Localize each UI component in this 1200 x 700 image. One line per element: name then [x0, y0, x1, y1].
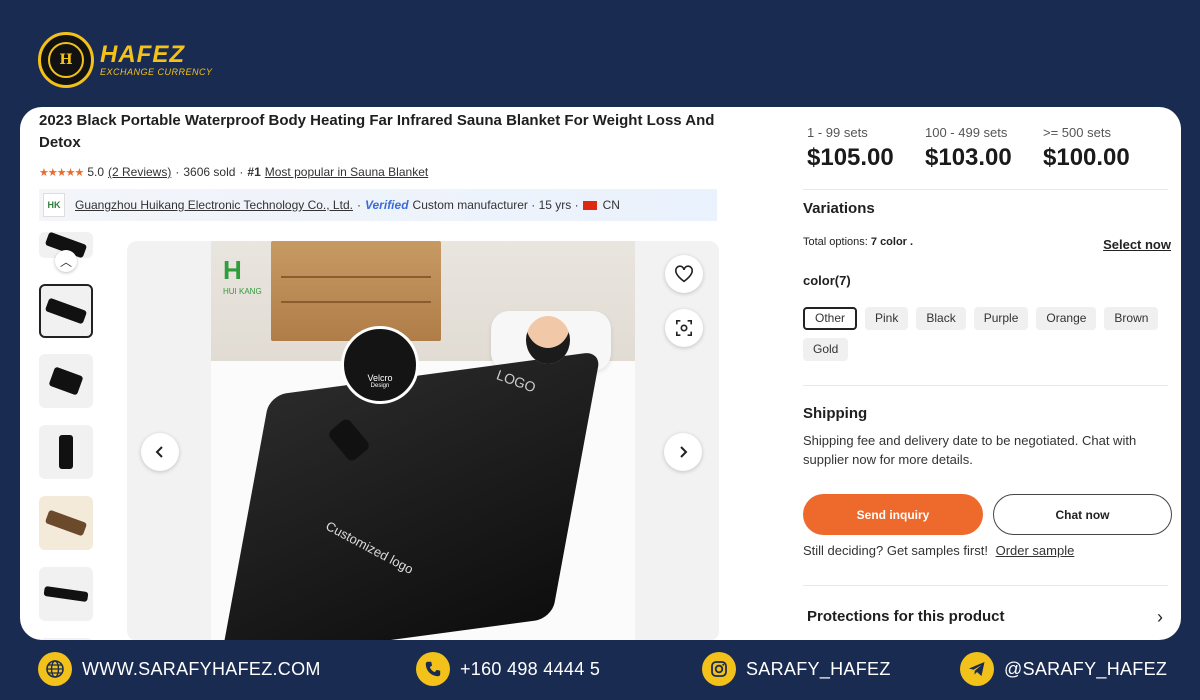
supplier-meta: Custom manufacturer · 15 yrs ·	[412, 198, 579, 212]
huikang-logo: H	[223, 255, 242, 285]
total-options: Total options: 7 color .	[803, 236, 914, 248]
variations-title: Variations	[803, 200, 875, 217]
shipping-text: Shipping fee and delivery date to be neg…	[803, 433, 1137, 467]
color-option-brown[interactable]: Brown	[1104, 307, 1159, 330]
telegram-icon	[960, 652, 994, 686]
supplier-country: CN	[602, 198, 620, 212]
cn-flag-icon	[582, 200, 597, 210]
thumbnail[interactable]	[39, 567, 93, 621]
thumbnail-strip: ︿	[39, 232, 95, 640]
divider	[803, 385, 1168, 386]
rating-value: 5.0	[87, 165, 104, 179]
color-option-gold[interactable]: Gold	[803, 338, 849, 361]
thumbnail[interactable]	[39, 496, 93, 550]
main-product-image: H HUI KANG Velcro Design LOGO Customized…	[127, 241, 719, 640]
person-head-image	[526, 316, 570, 364]
supplier-logo-icon: HK	[43, 193, 65, 217]
product-right-column: 1 - 99 sets $105.00 100 - 499 sets $103.…	[803, 107, 1181, 640]
thumbnail[interactable]	[39, 425, 93, 479]
brand-logo: H HAFEZ EXCHANGE CURRENCY	[38, 32, 213, 88]
velcro-callout: Velcro Design	[341, 326, 419, 404]
brand-name: HAFEZ	[100, 41, 185, 68]
color-options: Other Pink Black Purple Orange Brown Gol…	[803, 307, 1173, 361]
chevron-right-icon[interactable]	[664, 433, 702, 471]
reviews-link[interactable]: (2 Reviews)	[108, 165, 171, 179]
product-card: 2023 Black Portable Waterproof Body Heat…	[20, 107, 1181, 640]
sold-count: 3606 sold	[183, 165, 236, 179]
product-photo: H HUI KANG Velcro Design LOGO Customized…	[211, 241, 635, 640]
send-inquiry-button[interactable]: Send inquiry	[803, 494, 983, 535]
brand-seal-icon: H	[38, 32, 94, 88]
color-option-orange[interactable]: Orange	[1036, 307, 1097, 330]
price-tier: 100 - 499 sets $103.00	[925, 125, 1012, 171]
rating-row: ★★★★★ 5.0 (2 Reviews) · 3606 sold · #1 M…	[39, 165, 429, 179]
instagram-icon	[702, 652, 736, 686]
chat-now-button[interactable]: Chat now	[993, 494, 1172, 535]
supplier-bar: HK Guangzhou Huikang Electronic Technolo…	[39, 189, 717, 221]
star-rating-icon: ★★★★★	[39, 166, 84, 179]
price-tiers: 1 - 99 sets $105.00 100 - 499 sets $103.…	[807, 125, 1141, 172]
rank-prefix: #1	[247, 165, 261, 179]
color-option-pink[interactable]: Pink	[865, 307, 909, 330]
price-tier: 1 - 99 sets $105.00	[807, 125, 894, 171]
website-contact[interactable]: WWW.SARAFYHAFEZ.COM	[38, 652, 321, 686]
divider	[803, 189, 1168, 190]
favorite-heart-icon[interactable]	[665, 255, 703, 293]
globe-icon	[38, 652, 72, 686]
product-left-column: 2023 Black Portable Waterproof Body Heat…	[20, 107, 780, 640]
contact-footer: WWW.SARAFYHAFEZ.COM +160 498 4444 5 SARA…	[0, 640, 1200, 700]
samples-row: Still deciding? Get samples first! Order…	[803, 543, 1075, 558]
phone-icon	[416, 652, 450, 686]
chevron-left-icon[interactable]	[141, 433, 179, 471]
phone-contact[interactable]: +160 498 4444 5	[416, 652, 600, 686]
huikang-logo-text: HUI KANG	[223, 287, 262, 296]
instagram-contact[interactable]: SARAFY_HAFEZ	[702, 652, 891, 686]
divider	[803, 585, 1168, 586]
supplier-name-link[interactable]: Guangzhou Huikang Electronic Technology …	[75, 198, 353, 212]
price-tier: >= 500 sets $100.00	[1043, 125, 1130, 171]
verified-badge: Verified	[364, 198, 409, 212]
brand-subtitle: EXCHANGE CURRENCY	[100, 67, 213, 77]
select-now-link[interactable]: Select now	[1103, 237, 1171, 252]
color-option-other[interactable]: Other	[803, 307, 858, 330]
rank-link[interactable]: Most popular in Sauna Blanket	[265, 165, 428, 179]
chevron-up-icon[interactable]: ︿	[55, 250, 77, 272]
thumbnail-selected[interactable]	[39, 284, 93, 338]
color-option-black[interactable]: Black	[916, 307, 966, 330]
color-label: color(7)	[803, 273, 851, 288]
dresser-image	[271, 241, 441, 341]
telegram-contact[interactable]: @SARAFY_HAFEZ	[960, 652, 1167, 686]
protections-row[interactable]: Protections for this product	[807, 608, 1005, 625]
color-option-purple[interactable]: Purple	[973, 307, 1029, 330]
shipping-title: Shipping	[803, 405, 868, 422]
image-search-icon[interactable]	[665, 309, 703, 347]
chevron-right-icon[interactable]: ›	[1157, 607, 1163, 628]
product-title: 2023 Black Portable Waterproof Body Heat…	[39, 112, 715, 151]
thumbnail[interactable]	[39, 354, 93, 408]
order-sample-link[interactable]: Order sample	[996, 543, 1075, 558]
